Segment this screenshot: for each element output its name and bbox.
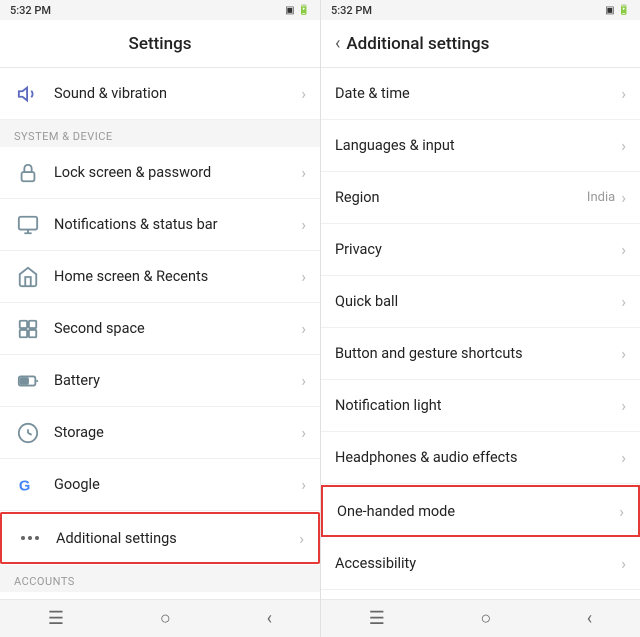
right-nav-bar: ☰ ○ ‹ xyxy=(321,599,640,637)
home-label: Home screen & Recents xyxy=(54,268,301,285)
accessibility-chevron: › xyxy=(621,554,626,573)
left-nav-back[interactable]: ‹ xyxy=(267,608,272,629)
left-scroll: Sound & vibration › SYSTEM & DEVICE Lock… xyxy=(0,68,320,599)
headphones-label: Headphones & audio effects xyxy=(335,449,621,466)
settings-item-miaccount[interactable]: Mi Mi Account › xyxy=(0,592,320,599)
space-icon xyxy=(14,315,42,343)
settings-item-quickball[interactable]: Quick ball › xyxy=(321,276,640,328)
right-scroll: Date & time › Languages & input › Region… xyxy=(321,68,640,599)
section-accounts: ACCOUNTS xyxy=(0,565,320,592)
notiflight-chevron: › xyxy=(621,396,626,415)
home-icon xyxy=(14,263,42,291)
right-time: 5:32 PM xyxy=(331,4,372,17)
right-nav-home[interactable]: ○ xyxy=(480,608,491,629)
notif-label: Notifications & status bar xyxy=(54,216,301,233)
region-label: Region xyxy=(335,189,587,206)
button-chevron: › xyxy=(621,344,626,363)
left-status-bar: 5:32 PM ▣ 🔋 xyxy=(0,0,320,20)
section-system: SYSTEM & DEVICE xyxy=(0,120,320,147)
onehanded-label: One-handed mode xyxy=(337,503,619,520)
privacy-label: Privacy xyxy=(335,241,621,258)
settings-item-notifications[interactable]: Notifications & status bar › xyxy=(0,199,320,251)
notif-icon xyxy=(14,211,42,239)
battery-chevron: › xyxy=(301,371,306,390)
left-time: 5:32 PM xyxy=(10,4,51,17)
battery-icon xyxy=(14,367,42,395)
google-label: Google xyxy=(54,476,301,493)
settings-item-google[interactable]: G Google › xyxy=(0,459,320,511)
left-nav-menu[interactable]: ☰ xyxy=(48,608,64,629)
additional-label: Additional settings xyxy=(56,530,299,547)
space-chevron: › xyxy=(301,319,306,338)
region-chevron: › xyxy=(621,188,626,207)
left-nav-bar: ☰ ○ ‹ xyxy=(0,599,320,637)
settings-item-additional[interactable]: Additional settings › xyxy=(0,512,320,564)
google-chevron: › xyxy=(301,475,306,494)
quickball-chevron: › xyxy=(621,292,626,311)
settings-item-region[interactable]: Region India › xyxy=(321,172,640,224)
right-title: Additional settings xyxy=(346,34,489,54)
settings-item-storage[interactable]: Storage › xyxy=(0,407,320,459)
notiflight-label: Notification light xyxy=(335,397,621,414)
settings-item-privacy[interactable]: Privacy › xyxy=(321,224,640,276)
datetime-chevron: › xyxy=(621,84,626,103)
additional-chevron: › xyxy=(299,529,304,548)
right-nav-back[interactable]: ‹ xyxy=(587,608,592,629)
lock-chevron: › xyxy=(301,163,306,182)
datetime-label: Date & time xyxy=(335,85,621,102)
settings-item-developer[interactable]: Developer options › xyxy=(321,590,640,599)
settings-item-datetime[interactable]: Date & time › xyxy=(321,68,640,120)
storage-chevron: › xyxy=(301,423,306,442)
right-nav-menu[interactable]: ☰ xyxy=(369,608,385,629)
right-panel: 5:32 PM ▣ 🔋 ‹ Additional settings Date &… xyxy=(320,0,640,637)
onehanded-chevron: › xyxy=(619,502,624,521)
left-panel: 5:32 PM ▣ 🔋 Settings Sound & vibration ›… xyxy=(0,0,320,637)
right-header: ‹ Additional settings xyxy=(321,20,640,68)
lock-label: Lock screen & password xyxy=(54,164,301,181)
headphones-chevron: › xyxy=(621,448,626,467)
left-nav-home[interactable]: ○ xyxy=(160,608,171,629)
settings-item-lock[interactable]: Lock screen & password › xyxy=(0,147,320,199)
home-chevron: › xyxy=(301,267,306,286)
right-status-bar: 5:32 PM ▣ 🔋 xyxy=(321,0,640,20)
left-header: Settings xyxy=(0,20,320,68)
settings-item-battery[interactable]: Battery › xyxy=(0,355,320,407)
back-button[interactable]: ‹ xyxy=(335,33,340,54)
additional-icon xyxy=(16,524,44,552)
settings-item-accessibility[interactable]: Accessibility › xyxy=(321,538,640,590)
svg-text:G: G xyxy=(19,478,30,494)
privacy-chevron: › xyxy=(621,240,626,259)
settings-item-button[interactable]: Button and gesture shortcuts › xyxy=(321,328,640,380)
space-label: Second space xyxy=(54,320,301,337)
quickball-label: Quick ball xyxy=(335,293,621,310)
languages-chevron: › xyxy=(621,136,626,155)
settings-item-headphones[interactable]: Headphones & audio effects › xyxy=(321,432,640,484)
storage-icon xyxy=(14,419,42,447)
accessibility-label: Accessibility xyxy=(335,555,621,572)
settings-item-languages[interactable]: Languages & input › xyxy=(321,120,640,172)
storage-label: Storage xyxy=(54,424,301,441)
left-title: Settings xyxy=(14,34,306,54)
sound-chevron: › xyxy=(301,84,306,103)
google-icon: G xyxy=(14,471,42,499)
right-status-icons: ▣ 🔋 xyxy=(605,5,630,16)
sound-icon xyxy=(14,80,42,108)
notif-chevron: › xyxy=(301,215,306,234)
settings-item-notiflight[interactable]: Notification light › xyxy=(321,380,640,432)
languages-label: Languages & input xyxy=(335,137,621,154)
settings-item-onehanded[interactable]: One-handed mode › xyxy=(321,485,640,537)
sound-label: Sound & vibration xyxy=(54,85,301,102)
settings-item-homescreen[interactable]: Home screen & Recents › xyxy=(0,251,320,303)
region-value: India xyxy=(587,190,615,205)
settings-item-secondspace[interactable]: Second space › xyxy=(0,303,320,355)
left-status-icons: ▣ 🔋 xyxy=(285,5,310,16)
settings-item-sound[interactable]: Sound & vibration › xyxy=(0,68,320,120)
button-label: Button and gesture shortcuts xyxy=(335,345,621,362)
lock-icon xyxy=(14,159,42,187)
battery-label: Battery xyxy=(54,372,301,389)
